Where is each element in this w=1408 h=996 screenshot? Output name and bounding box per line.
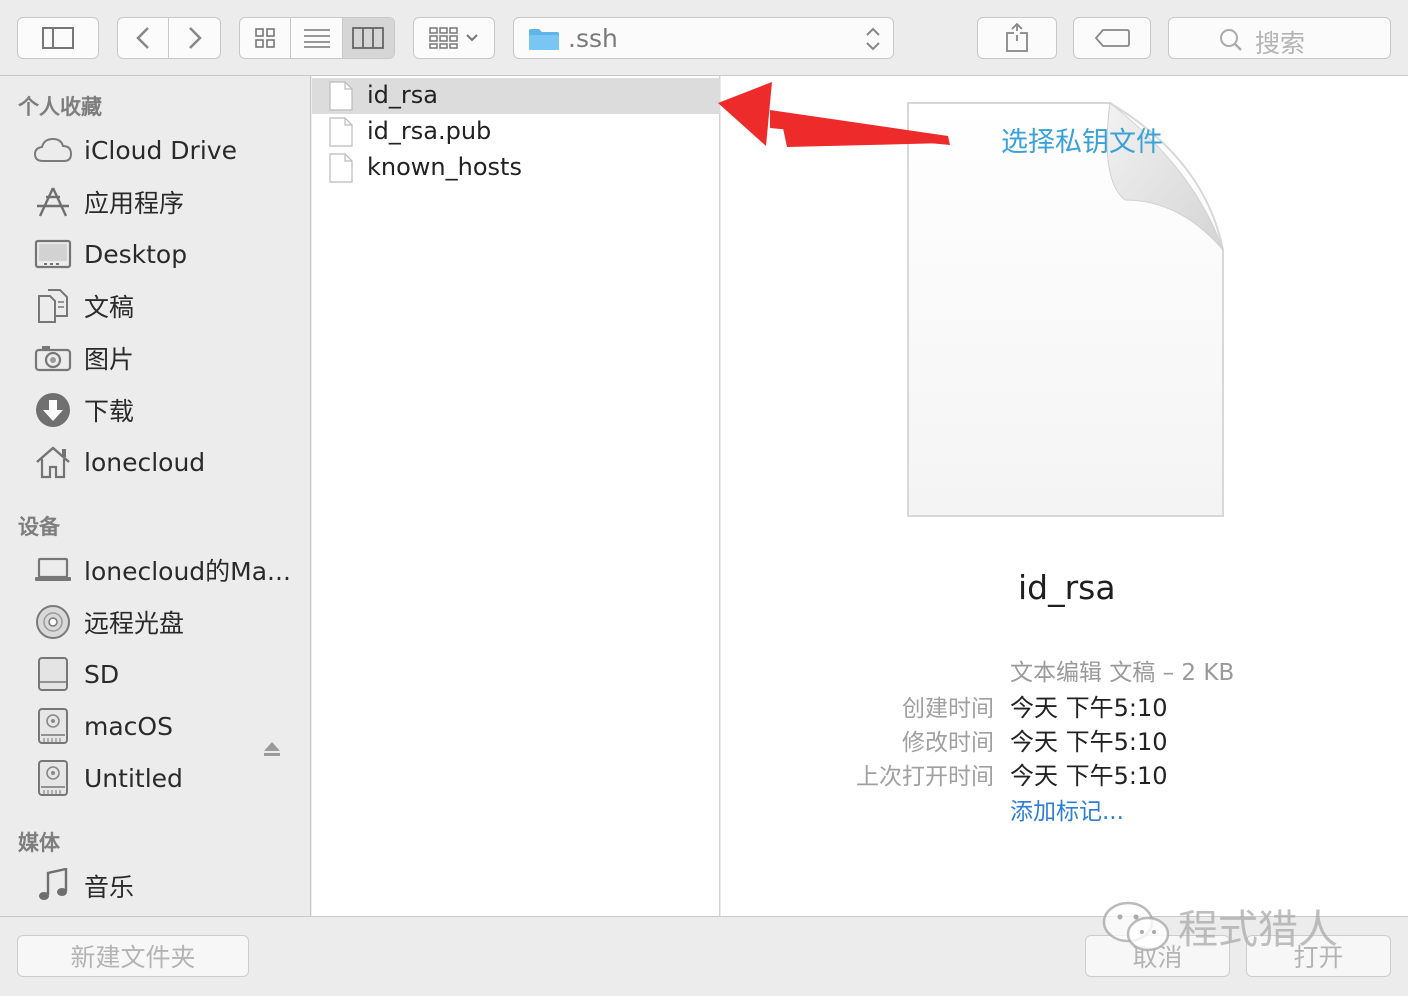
chevron-left-icon bbox=[136, 27, 149, 49]
icon-view-button[interactable] bbox=[240, 18, 292, 58]
sidebar-icon bbox=[42, 27, 74, 49]
search-icon bbox=[1220, 29, 1242, 51]
add-tags-link[interactable]: 添加标记... bbox=[1010, 792, 1124, 826]
preview-filename: id_rsa bbox=[1018, 568, 1116, 607]
wechat-icon bbox=[1102, 901, 1170, 952]
sidebar-toggle-button[interactable] bbox=[17, 17, 99, 59]
search-field[interactable]: 搜索 bbox=[1168, 17, 1391, 59]
sidebar-item-untitled[interactable]: Untitled bbox=[34, 758, 304, 798]
tag-button[interactable] bbox=[1073, 17, 1151, 59]
column-view-button[interactable] bbox=[342, 18, 394, 58]
back-button[interactable] bbox=[118, 18, 170, 58]
new-folder-button[interactable]: 新建文件夹 bbox=[17, 935, 249, 977]
preview-pane: 选择私钥文件 id_rsa 文本编辑 文稿 – 2 KB 创建时间 今天 下午5… bbox=[721, 76, 1408, 916]
folder-icon bbox=[529, 29, 559, 50]
columns-icon bbox=[352, 27, 385, 49]
toolbar: .ssh 搜索 bbox=[0, 0, 1408, 76]
section-favorites: 个人收藏 bbox=[18, 95, 102, 119]
applications-icon bbox=[37, 187, 69, 217]
sidebar-item-pictures[interactable]: 图片 bbox=[34, 338, 304, 378]
sidebar-item-downloads[interactable]: 下载 bbox=[34, 390, 304, 430]
laptop-icon bbox=[35, 557, 71, 581]
watermark-text: 程式猎人 bbox=[1178, 907, 1338, 953]
hard-disk-icon bbox=[38, 708, 68, 744]
forward-button[interactable] bbox=[169, 18, 220, 58]
path-folder-label: .ssh bbox=[568, 24, 618, 53]
sidebar-item-remote-disc[interactable]: 远程光盘 bbox=[34, 602, 304, 642]
chevron-right-icon bbox=[188, 27, 202, 49]
hard-disk-icon bbox=[38, 760, 68, 796]
share-icon bbox=[1006, 23, 1028, 52]
document-icon bbox=[329, 153, 353, 183]
sidebar-item-macos[interactable]: macOS bbox=[34, 706, 304, 746]
sidebar-item-this-mac[interactable]: lonecloud的Ma... bbox=[34, 550, 304, 590]
section-media: 媒体 bbox=[18, 831, 60, 855]
search-placeholder: 搜索 bbox=[1255, 29, 1306, 58]
desktop-icon bbox=[34, 239, 72, 269]
sidebar-item-music[interactable]: 音乐 bbox=[34, 866, 304, 906]
sidebar-item-home[interactable]: lonecloud bbox=[34, 442, 304, 482]
file-row-id-rsa[interactable]: id_rsa bbox=[312, 78, 720, 114]
documents-icon bbox=[38, 289, 68, 323]
cloud-icon bbox=[34, 137, 72, 162]
document-preview-icon bbox=[907, 102, 1224, 517]
last-opened-value: 今天 下午5:10 bbox=[1010, 762, 1168, 790]
preview-kind: 文本编辑 文稿 – 2 KB bbox=[1010, 660, 1235, 686]
grid-icon bbox=[255, 28, 275, 48]
bottom-bar: 新建文件夹 取消 打开 程式猎人 bbox=[0, 901, 1408, 996]
download-icon bbox=[36, 393, 70, 427]
list-icon bbox=[303, 29, 330, 48]
modified-label: 修改时间 bbox=[902, 730, 994, 756]
annotation-label: 选择私钥文件 bbox=[1001, 127, 1163, 158]
sidebar-item-desktop[interactable]: Desktop bbox=[34, 234, 304, 274]
list-view-button[interactable] bbox=[291, 18, 343, 58]
watermark: 程式猎人 bbox=[1100, 897, 1338, 955]
share-button[interactable] bbox=[977, 17, 1057, 59]
document-icon bbox=[329, 81, 353, 111]
last-opened-label: 上次打开时间 bbox=[856, 764, 994, 790]
modified-value: 今天 下午5:10 bbox=[1010, 728, 1168, 756]
created-label: 创建时间 bbox=[902, 696, 994, 722]
camera-icon bbox=[34, 346, 72, 372]
arrange-button[interactable] bbox=[413, 17, 495, 59]
file-row-id-rsa-pub[interactable]: id_rsa.pub bbox=[312, 114, 720, 150]
sidebar-item-documents[interactable]: 文稿 bbox=[34, 286, 304, 326]
file-row-known-hosts[interactable]: known_hosts bbox=[312, 150, 720, 186]
document-icon bbox=[329, 117, 353, 147]
section-devices: 设备 bbox=[18, 515, 60, 539]
sidebar-item-icloud-drive[interactable]: iCloud Drive bbox=[34, 130, 304, 170]
view-mode-control bbox=[239, 17, 395, 59]
music-note-icon bbox=[39, 868, 68, 900]
back-forward-control bbox=[117, 17, 221, 59]
sidebar-item-applications[interactable]: 应用程序 bbox=[34, 182, 304, 222]
sidebar-item-sd[interactable]: SD bbox=[34, 654, 304, 694]
path-popup[interactable]: .ssh bbox=[513, 17, 894, 59]
file-column: id_rsa id_rsa.pub known_hosts bbox=[312, 76, 720, 916]
created-value: 今天 下午5:10 bbox=[1010, 694, 1168, 722]
tag-icon bbox=[1094, 29, 1130, 47]
updown-chevron-icon bbox=[866, 27, 880, 51]
chevron-down-icon bbox=[466, 34, 478, 42]
home-icon bbox=[36, 446, 70, 479]
drive-icon bbox=[38, 657, 68, 691]
arrange-grid-icon bbox=[429, 27, 458, 49]
sidebar: 个人收藏 iCloud Drive 应用程序 Desktop 文稿 图片 下载 … bbox=[0, 76, 311, 916]
disc-icon bbox=[36, 605, 70, 639]
